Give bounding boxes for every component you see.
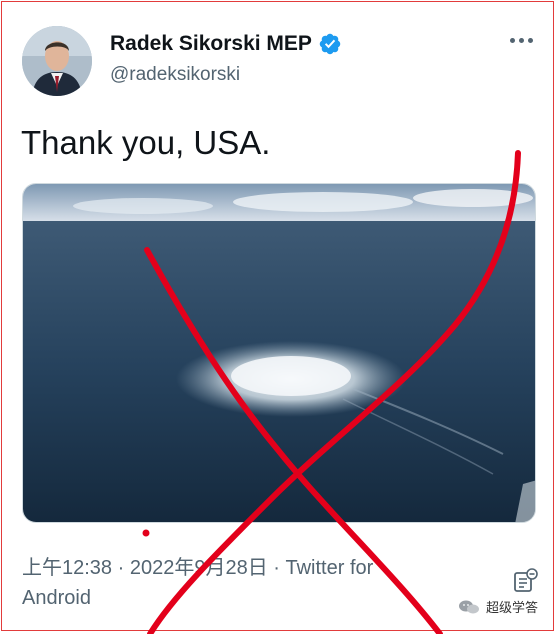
- meta-separator: ·: [267, 557, 286, 579]
- analytics-icon[interactable]: [511, 567, 539, 595]
- watermark: 超级学答: [458, 597, 538, 616]
- watermark-text: 超级学答: [486, 600, 539, 615]
- verified-badge-icon: [319, 33, 341, 55]
- author-avatar[interactable]: [22, 26, 92, 96]
- tweet-time[interactable]: 上午12:38: [22, 557, 112, 579]
- tweet-text: Thank you, USA.: [21, 124, 271, 161]
- tweet-photo[interactable]: [22, 183, 536, 523]
- tweet-date[interactable]: 2022年9月28日: [130, 557, 268, 579]
- more-options-icon[interactable]: [510, 38, 533, 43]
- wechat-logo-icon: [459, 600, 479, 613]
- meta-separator: ·: [112, 557, 130, 579]
- author-handle[interactable]: @radeksikorski: [110, 64, 240, 86]
- author-name[interactable]: Radek Sikorski MEP: [110, 32, 312, 56]
- tweet-metadata: 上午12:38 · 2022年9月28日 · Twitter for Andro…: [22, 553, 442, 613]
